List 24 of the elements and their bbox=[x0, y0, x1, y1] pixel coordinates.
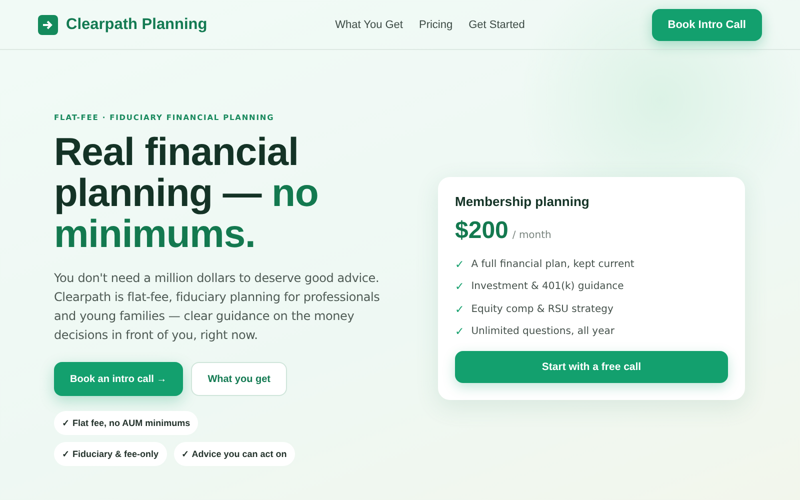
check-icon: ✓ bbox=[455, 280, 464, 294]
headline: Real financial planning — no minimums. bbox=[54, 132, 320, 255]
feature-text: A full financial plan, kept current bbox=[471, 258, 634, 270]
feature-chip: ✓ Flat fee, no AUM minimums bbox=[54, 411, 198, 435]
book-call-button[interactable]: Book Intro Call bbox=[652, 8, 762, 40]
intro-paragraph: You don't need a million dollars to deserve good advice. Clearpath is flat-fee, fiduciary planning for professionals and young families — clear guidance on the money decisions in front of you, right now. bbox=[54, 270, 381, 344]
feature-text: Unlimited questions, all year bbox=[471, 326, 614, 338]
feature-text: Equity comp & RSU strategy bbox=[471, 304, 614, 315]
plan-title: Membership planning bbox=[455, 194, 590, 209]
price: $200 bbox=[455, 217, 508, 245]
book-intro-button[interactable]: Book an intro call → bbox=[54, 362, 183, 396]
price-period: / month bbox=[512, 230, 552, 241]
nav-link[interactable]: Pricing bbox=[418, 18, 453, 30]
nav-link[interactable]: Get Started bbox=[468, 18, 525, 30]
feature-text: Investment & 401(k) guidance bbox=[471, 281, 624, 292]
check-icon: ✓ bbox=[455, 258, 464, 271]
feature-chip: ✓ Advice you can act on bbox=[174, 442, 295, 466]
check-icon: ✓ bbox=[455, 325, 464, 338]
brand-name[interactable]: Clearpath Planning bbox=[66, 16, 208, 34]
nav-link[interactable]: What You Get bbox=[335, 18, 403, 30]
feature-chip: ✓ Fiduciary & fee-only bbox=[54, 442, 167, 466]
free-call-button[interactable]: Start with a free call bbox=[455, 351, 728, 383]
check-icon: ✓ bbox=[455, 302, 464, 316]
what-you-get-button[interactable]: What you get bbox=[190, 362, 288, 396]
